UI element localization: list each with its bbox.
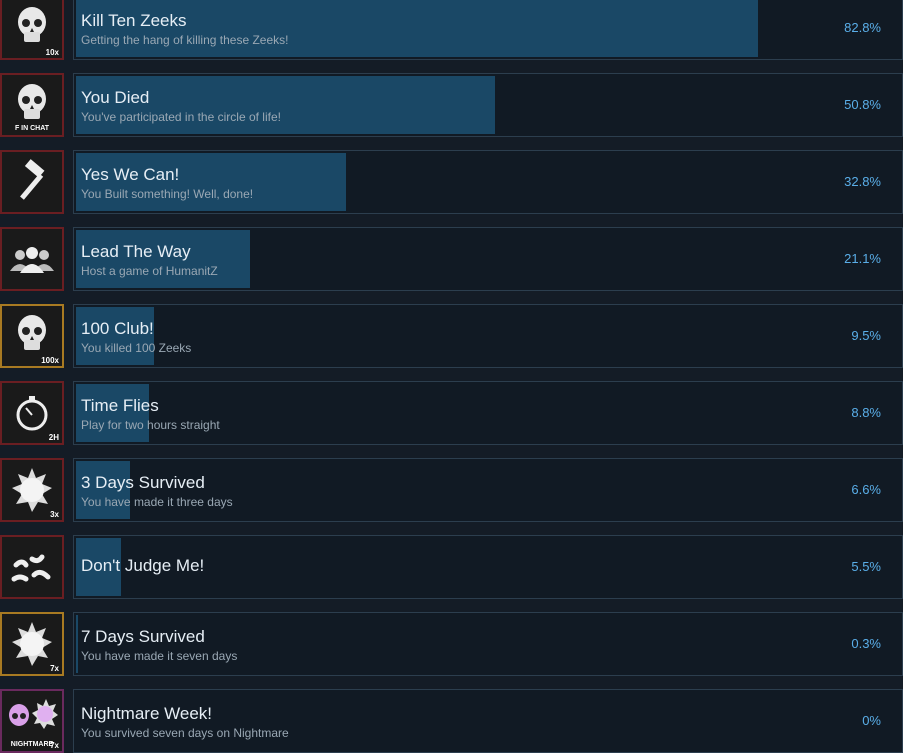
unlock-percent: 0%: [862, 713, 881, 728]
achievement-icon: 2H: [0, 381, 64, 445]
unlock-percent: 9.5%: [851, 328, 881, 343]
achievement-icon: NIGHTMARE 7x: [0, 689, 64, 753]
achievement-title: 7 Days Survived: [81, 627, 205, 646]
unlock-percent: 82.8%: [844, 20, 881, 35]
achievement-title: Yes We Can!: [81, 165, 180, 184]
achievement-progress-card: You Died You've participated in the circ…: [73, 73, 903, 137]
achievement-description: Getting the hang of killing these Zeeks!: [81, 33, 289, 47]
unlock-percent-bar: [76, 615, 79, 673]
achievement-icon: 10x: [0, 0, 64, 60]
achievement-badge: 3x: [50, 510, 59, 519]
achievement-row: 3x 3 Days Survived You have made it thre…: [0, 458, 903, 522]
achievement-icon: 100x: [0, 304, 64, 368]
unlock-percent: 6.6%: [851, 482, 881, 497]
unlock-percent: 5.5%: [851, 559, 881, 574]
achievement-progress-card: 7 Days Survived You have made it seven d…: [73, 612, 903, 676]
achievement-row: 100x 100 Club! You killed 100 Zeeks 9.5%: [0, 304, 903, 368]
achievement-row: Yes We Can! You Built something! Well, d…: [0, 150, 903, 214]
achievement-icon: [0, 535, 64, 599]
achievement-icon: [0, 150, 64, 214]
unlock-percent: 0.3%: [851, 636, 881, 651]
achievement-progress-card: 100 Club! You killed 100 Zeeks 9.5%: [73, 304, 903, 368]
achievement-progress-card: Nightmare Week! You survived seven days …: [73, 689, 903, 753]
achievement-progress-card: Yes We Can! You Built something! Well, d…: [73, 150, 903, 214]
achievement-description: You Built something! Well, done!: [81, 187, 254, 201]
achievement-progress-card: 3 Days Survived You have made it three d…: [73, 458, 903, 522]
achievement-title: Nightmare Week!: [81, 704, 213, 723]
achievement-description: You've participated in the circle of lif…: [81, 110, 281, 124]
achievement-row: 7x 7 Days Survived You have made it seve…: [0, 612, 903, 676]
achievement-row: 10x Kill Ten Zeeks Getting the hang of k…: [0, 0, 903, 60]
achievement-description: You survived seven days on Nightmare: [81, 726, 289, 740]
achievement-description: You have made it three days: [81, 495, 233, 509]
achievement-icon: [0, 227, 64, 291]
achievement-row: F IN CHAT You Died You've participated i…: [0, 73, 903, 137]
achievement-icon: 3x: [0, 458, 64, 522]
achievement-badge: 2H: [48, 433, 59, 442]
achievement-title: Lead The Way: [81, 242, 191, 261]
achievement-badge: F IN CHAT: [14, 125, 50, 132]
achievement-row: Don't Judge Me! 5.5%: [0, 535, 903, 599]
achievement-icon: 7x: [0, 612, 64, 676]
achievement-progress-card: Kill Ten Zeeks Getting the hang of killi…: [73, 0, 903, 60]
achievement-title: 3 Days Survived: [81, 473, 205, 492]
unlock-percent: 8.8%: [851, 405, 881, 420]
unlock-percent: 32.8%: [844, 174, 881, 189]
achievement-description: You have made it seven days: [81, 649, 238, 663]
achievement-row: Lead The Way Host a game of HumanitZ 21.…: [0, 227, 903, 291]
achievement-description: Play for two hours straight: [81, 418, 220, 432]
achievement-title: Don't Judge Me!: [81, 556, 205, 575]
achievement-title: You Died: [81, 88, 150, 107]
achievement-icon: F IN CHAT: [0, 73, 64, 137]
achievement-progress-card: Don't Judge Me! 5.5%: [73, 535, 903, 599]
achievement-row: NIGHTMARE 7x Nightmare Week! You survive…: [0, 689, 903, 753]
achievement-row: 2H Time Flies Play for two hours straigh…: [0, 381, 903, 445]
unlock-percent: 21.1%: [844, 251, 881, 266]
achievement-badge: 100x: [41, 356, 59, 365]
unlock-percent: 50.8%: [844, 97, 881, 112]
achievement-progress-card: Time Flies Play for two hours straight 8…: [73, 381, 903, 445]
achievement-badge: 10x: [45, 48, 59, 57]
achievement-description: You killed 100 Zeeks: [81, 341, 192, 355]
achievement-badge: 7x: [50, 664, 59, 673]
achievement-title: 100 Club!: [81, 319, 154, 338]
achievement-badge: 7x: [50, 741, 59, 750]
achievement-progress-card: Lead The Way Host a game of HumanitZ 21.…: [73, 227, 903, 291]
achievement-title: Kill Ten Zeeks: [81, 11, 187, 30]
achievement-description: Host a game of HumanitZ: [81, 264, 218, 278]
achievement-title: Time Flies: [81, 396, 159, 415]
